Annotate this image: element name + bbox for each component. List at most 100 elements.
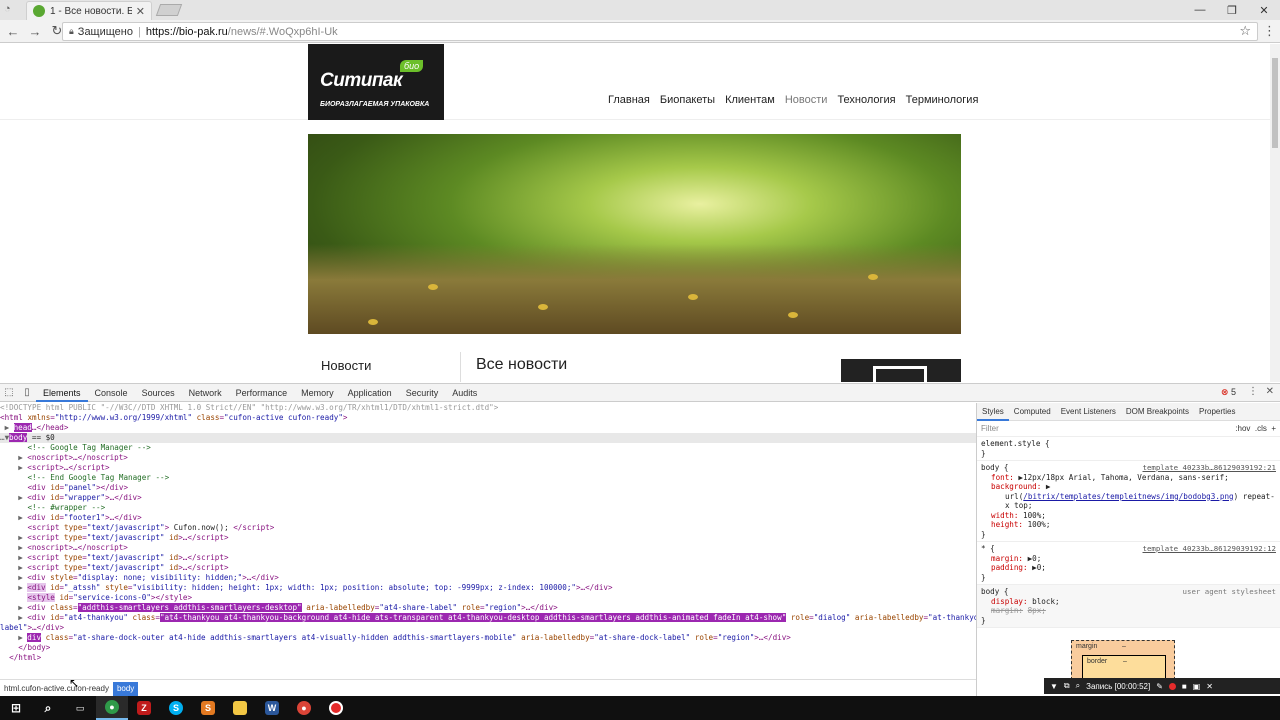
dom-line[interactable]: <style id="service-icons-0"></style> <box>0 593 976 603</box>
css-prop-width[interactable]: width: <box>991 511 1018 520</box>
search-button[interactable]: ⌕ <box>32 696 64 720</box>
profile-icon[interactable]: ◔ <box>4 3 11 15</box>
styles-filter[interactable]: Filter :hov .cls + <box>977 421 1280 437</box>
css-prop-padding[interactable]: padding: <box>991 563 1028 572</box>
taskbar-word[interactable]: W <box>256 696 288 720</box>
dom-line[interactable]: ▶ head…</head> <box>0 423 976 433</box>
start-button[interactable]: ⊞ <box>0 696 32 720</box>
dom-line[interactable]: ▶ <script type="text/javascript" id>…</sc… <box>0 553 976 563</box>
new-tab-button[interactable] <box>155 4 183 16</box>
browser-menu-icon[interactable]: ⋮ <box>1263 23 1276 39</box>
taskbar-skype[interactable]: S <box>160 696 192 720</box>
dom-line[interactable]: <div id="panel"></div> <box>0 483 976 493</box>
taskbar-chrome-2[interactable]: ● <box>288 696 320 720</box>
page-scrollbar-thumb[interactable] <box>1272 58 1278 148</box>
devtools-tab-network[interactable]: Network <box>182 384 229 402</box>
hov-toggle[interactable]: :hov <box>1235 424 1250 433</box>
bookmark-star-icon[interactable]: ☆ <box>1239 23 1251 39</box>
dom-line-selected[interactable]: …▼body == $0 <box>0 433 976 443</box>
rule-element-style[interactable]: element.style { } <box>977 437 1280 461</box>
dom-line[interactable]: ▶ <div class="addthis-smartlayers addthis… <box>0 603 976 613</box>
nav-link-home[interactable]: Главная <box>608 94 650 106</box>
devtools-close-icon[interactable]: ✕ <box>1266 386 1274 397</box>
browser-tab-active[interactable]: 1 - Все новости. Биора ✕ <box>26 1 152 20</box>
rule-body-source[interactable]: template_40233b…86129039192:21 <box>1143 463 1277 473</box>
devtools-tab-audits[interactable]: Audits <box>445 384 484 402</box>
tab-close-icon[interactable]: ✕ <box>136 5 145 18</box>
dom-line[interactable]: <!-- Google Tag Manager --> <box>0 443 976 453</box>
styles-filter-input[interactable]: Filter <box>981 424 999 433</box>
dom-line[interactable]: ▶ <div id="wrapper">…</div> <box>0 493 976 503</box>
css-val-padding[interactable]: 0; <box>1037 563 1046 572</box>
recorder-stop-icon[interactable]: ■ <box>1182 682 1187 691</box>
box-model-diagram[interactable]: margin – border – <box>1071 640 1175 681</box>
dom-line[interactable]: label">…</div> <box>0 623 976 633</box>
dom-line[interactable]: <!-- #wrapper --> <box>0 503 976 513</box>
breadcrumb-body[interactable]: body <box>112 681 139 696</box>
site-logo[interactable]: Ситипак био БИОРАЗЛАГАЕМАЯ УПАКОВКА <box>308 44 444 120</box>
recorder-close-icon[interactable]: ✕ <box>1206 682 1213 691</box>
recorder-camera-icon[interactable]: ▣ <box>1193 682 1201 691</box>
dom-tree[interactable]: <!DOCTYPE html PUBLIC "-//W3C//DTD XHTML… <box>0 403 976 679</box>
styles-tab-event-listeners[interactable]: Event Listeners <box>1056 407 1121 416</box>
taskbar-sublime[interactable]: S <box>192 696 224 720</box>
styles-tab-styles[interactable]: Styles <box>977 403 1009 421</box>
recorder-window-icon[interactable]: ⧉ <box>1064 681 1070 691</box>
styles-tab-properties[interactable]: Properties <box>1194 407 1240 416</box>
nav-link-biobags[interactable]: Биопакеты <box>660 94 715 106</box>
taskbar-explorer[interactable] <box>224 696 256 720</box>
nav-link-technology[interactable]: Технология <box>837 94 895 106</box>
css-val-width[interactable]: 100%; <box>1023 511 1046 520</box>
dom-line[interactable]: ▶ <div id="at4-thankyou" class="at4-thank… <box>0 613 976 623</box>
css-prop-font[interactable]: font: <box>991 473 1014 482</box>
recorder-zoom-icon[interactable]: ⌕ <box>1076 681 1080 691</box>
dom-line[interactable]: ▶ <script type="text/javascript" id>…</sc… <box>0 563 976 573</box>
nav-link-terminology[interactable]: Терминология <box>906 94 979 106</box>
dom-line[interactable]: ▶ <div id="footer1">…</div> <box>0 513 976 523</box>
page-scrollbar[interactable] <box>1270 44 1280 382</box>
device-toolbar-icon[interactable]: ▯ <box>18 384 36 402</box>
breadcrumb-html[interactable]: html.cufon-active.cufon-ready <box>0 684 113 693</box>
devtools-tab-sources[interactable]: Sources <box>135 384 182 402</box>
dom-line[interactable]: ▶ <div id="_atssh" style="visibility: hid… <box>0 583 976 593</box>
styles-tab-computed[interactable]: Computed <box>1009 407 1056 416</box>
rule-universal-source[interactable]: template_40233b…86129039192:12 <box>1143 544 1277 554</box>
dom-line[interactable]: </html> <box>0 653 976 663</box>
dom-line[interactable]: <script type="text/javascript"> Cufon.no… <box>0 523 976 533</box>
restore-icon[interactable]: ❐ <box>1216 0 1248 20</box>
dom-line[interactable]: ▶ <noscript>…</noscript> <box>0 543 976 553</box>
recorder-pen-icon[interactable]: ✎ <box>1156 682 1163 691</box>
dom-line[interactable]: ▶ <script type="text/javascript" id>…</sc… <box>0 533 976 543</box>
dom-line[interactable]: </body> <box>0 643 976 653</box>
devtools-tab-memory[interactable]: Memory <box>294 384 341 402</box>
dom-line[interactable]: <html xmlns="http://www.w3.org/1999/xhtm… <box>0 413 976 423</box>
css-val-font[interactable]: 12px/18px Arial, Tahoma, Verdana, sans-s… <box>1023 473 1229 482</box>
css-bg-url-link[interactable]: /bitrix/templates/templeitnews/img/bodob… <box>1023 492 1233 501</box>
task-view-button[interactable]: ▭ <box>64 696 96 720</box>
devtools-tab-elements[interactable]: Elements <box>36 384 88 402</box>
dom-line[interactable]: ▶ <script>…</script> <box>0 463 976 473</box>
minimize-icon[interactable]: — <box>1184 0 1216 20</box>
inspect-element-icon[interactable]: ⬚ <box>0 384 18 402</box>
recorder-dropdown-icon[interactable]: ▼ <box>1050 682 1058 691</box>
styles-tab-dom-breakpoints[interactable]: DOM Breakpoints <box>1121 407 1194 416</box>
taskbar-filezilla[interactable]: Z <box>128 696 160 720</box>
css-val-height[interactable]: 100%; <box>1028 520 1051 529</box>
taskbar-recorder[interactable] <box>320 696 352 720</box>
forward-arrow-icon[interactable]: → <box>26 22 44 40</box>
nav-link-news[interactable]: Новости <box>785 94 828 106</box>
address-bar[interactable]: 🔒︎ Защищено | https://bio-pak.ru /news/#… <box>62 22 1258 41</box>
dom-line[interactable]: ▶ <noscript>…</noscript> <box>0 453 976 463</box>
rule-body[interactable]: template_40233b…86129039192:21 body { fo… <box>977 461 1280 542</box>
devtools-tab-application[interactable]: Application <box>341 384 399 402</box>
dom-line[interactable]: ▶ <div style="display: none; visibility: … <box>0 573 976 583</box>
devtools-tab-performance[interactable]: Performance <box>229 384 295 402</box>
rule-universal[interactable]: template_40233b…86129039192:12 * { margi… <box>977 542 1280 585</box>
css-val-margin[interactable]: 0; <box>1032 554 1041 563</box>
taskbar-chrome[interactable]: ● <box>96 696 128 720</box>
dom-line[interactable]: ▶ div class="at-share-dock-outer at4-hide… <box>0 633 976 643</box>
cls-toggle[interactable]: .cls <box>1255 424 1267 433</box>
error-counter[interactable]: ⊗ 5 <box>1221 387 1236 398</box>
devtools-menu-icon[interactable]: ⋮ <box>1248 386 1258 397</box>
css-prop-margin[interactable]: margin: <box>991 554 1023 563</box>
